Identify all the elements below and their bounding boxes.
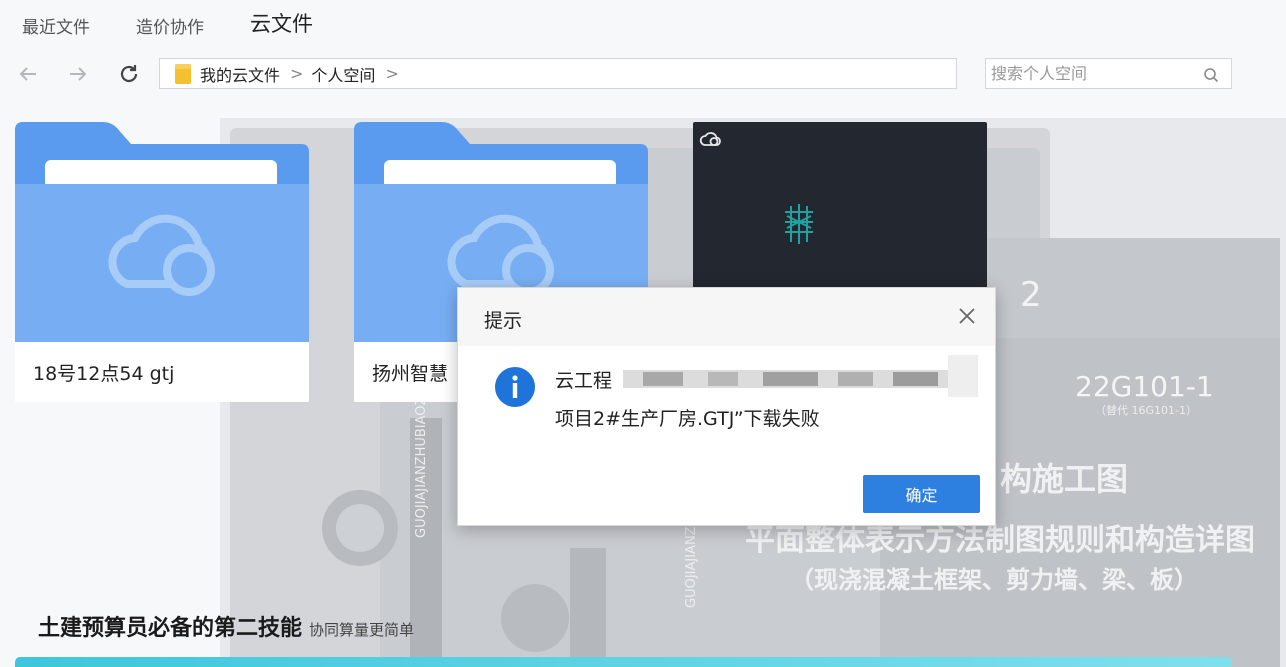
promo-banner[interactable]: 土建预算员必备的第二技能 协同算量更简单 bbox=[38, 610, 414, 642]
file-name: 18号12点54 gtj bbox=[33, 362, 175, 385]
search-icon[interactable] bbox=[1203, 67, 1219, 83]
tab-cost-collaboration[interactable]: 造价协作 bbox=[136, 13, 204, 38]
poster-line1: 构施工图 bbox=[1000, 460, 1128, 498]
poster-code: 22G101-1 bbox=[1075, 370, 1214, 403]
breadcrumb-my-cloud[interactable]: 我的云文件 bbox=[200, 62, 280, 86]
refresh-icon bbox=[120, 65, 138, 83]
redacted-blur bbox=[623, 355, 978, 397]
folder-icon bbox=[175, 63, 191, 84]
info-icon bbox=[495, 367, 535, 407]
breadcrumb-separator: > bbox=[290, 64, 304, 83]
dialog-message-line2: 项目2#生产厂房.GTJ”下载失败 bbox=[555, 408, 820, 430]
poster-code-sub: （替代 16G101-1） bbox=[1095, 403, 1197, 417]
dialog-header bbox=[458, 288, 995, 346]
file-card[interactable]: 18号12点54 gtj bbox=[15, 122, 309, 402]
breadcrumb: 我的云文件 > 个人空间 > bbox=[159, 58, 957, 89]
tab-bar: 最近文件 造价协作 云文件 bbox=[22, 8, 313, 38]
promo-title: 土建预算员必备的第二技能 bbox=[38, 616, 303, 641]
cloud-icon bbox=[699, 132, 721, 146]
tab-cloud-files[interactable]: 云文件 bbox=[250, 8, 313, 38]
breadcrumb-personal-space[interactable]: 个人空间 bbox=[311, 62, 375, 86]
arrow-left-icon bbox=[19, 67, 36, 81]
breadcrumb-separator[interactable]: > bbox=[385, 64, 398, 83]
forward-button[interactable] bbox=[66, 62, 90, 86]
promo-bar[interactable] bbox=[15, 657, 1232, 667]
search-box bbox=[985, 58, 1232, 89]
poster-line3: （现浇混凝土框架、剪力墙、梁、板） bbox=[790, 566, 1198, 594]
dialog-message-line1: 云工程 bbox=[555, 370, 613, 392]
download-failed-dialog: 提示 云工程 项目2#生产厂房.GTJ”下载失败 确定 bbox=[457, 287, 996, 526]
promo-subtitle: 协同算量更简单 bbox=[309, 621, 415, 639]
back-button[interactable] bbox=[16, 62, 40, 86]
arrow-right-icon bbox=[70, 67, 87, 81]
search-input[interactable] bbox=[989, 63, 1203, 84]
poster-digit: 2 bbox=[1020, 275, 1042, 315]
close-icon[interactable] bbox=[957, 306, 977, 326]
confirm-button[interactable]: 确定 bbox=[863, 475, 980, 513]
project-preview-icon bbox=[785, 204, 813, 244]
poster-line2: 平面整体表示方法制图规则和构造详图 bbox=[745, 523, 1255, 558]
file-name: 扬州智慧 bbox=[372, 362, 449, 385]
tab-recent-files[interactable]: 最近文件 bbox=[22, 13, 90, 38]
refresh-button[interactable] bbox=[117, 62, 141, 86]
dialog-title: 提示 bbox=[484, 310, 523, 332]
folder-cloud-icon bbox=[15, 122, 309, 342]
